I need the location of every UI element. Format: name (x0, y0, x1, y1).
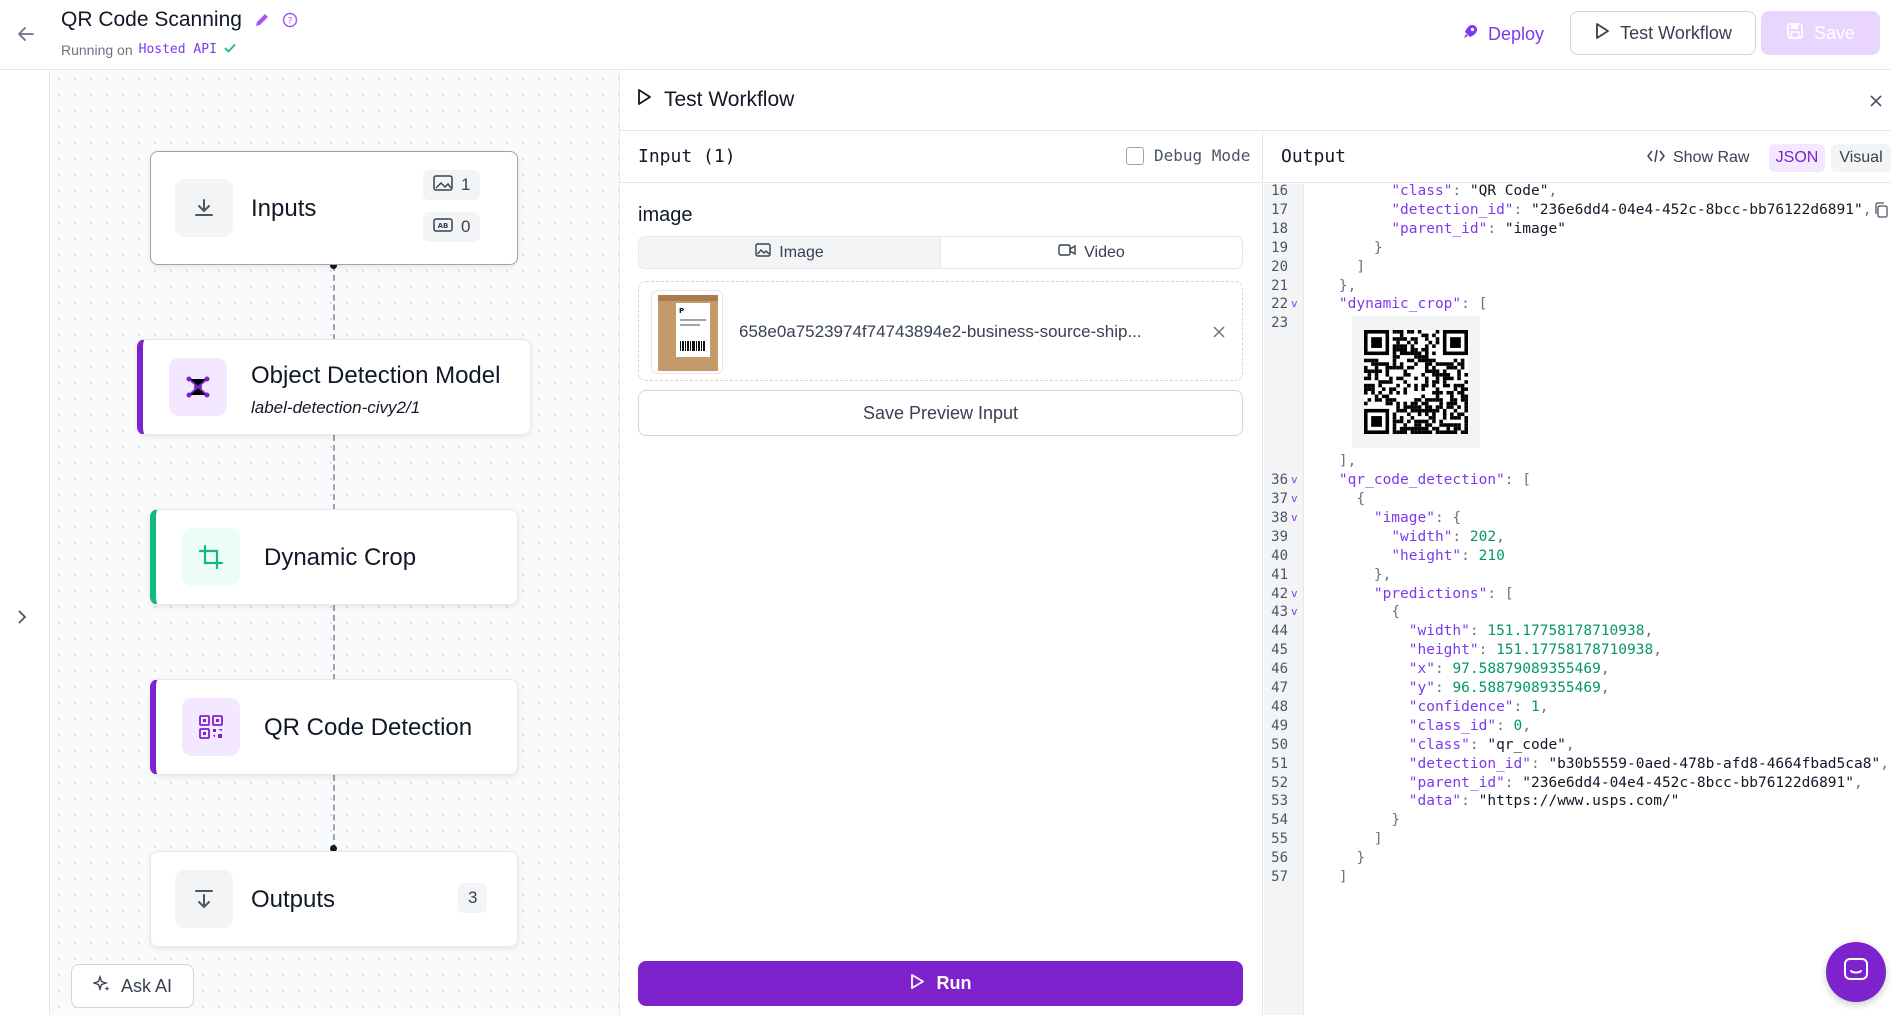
sparkles-icon (91, 974, 111, 998)
run-label: Run (936, 973, 972, 993)
line-text: ] (1338, 869, 1348, 886)
node-outputs-label: Outputs (251, 886, 336, 913)
outputs-count-badge: 3 (458, 883, 488, 913)
text-param-icon: AB (433, 217, 453, 237)
network-nodes-icon (169, 358, 227, 416)
file-thumbnail: P (651, 290, 723, 374)
edit-pencil-icon[interactable] (254, 12, 270, 28)
remove-file-icon[interactable] (1209, 322, 1229, 342)
deploy-button[interactable]: Deploy (1452, 17, 1552, 51)
workflow-title-row: QR Code Scanning ? (61, 8, 298, 32)
input-header: Input (1) Debug Mode (620, 132, 1263, 183)
workflow-title: QR Code Scanning (61, 8, 242, 31)
param-count: 0 (461, 217, 471, 236)
panel-title-row: Test Workflow (636, 88, 794, 112)
close-icon[interactable] (1865, 90, 1887, 112)
svg-text:AB: AB (438, 222, 449, 230)
node-inputs[interactable]: Inputs 1 AB 0 (150, 151, 518, 265)
left-rail (0, 71, 50, 1015)
show-raw-button[interactable]: Show Raw (1647, 145, 1749, 171)
tab-json[interactable]: JSON (1769, 144, 1825, 172)
output-arrow-icon (175, 870, 233, 928)
copy-icon[interactable] (1874, 202, 1888, 222)
node-qr-detection[interactable]: QR Code Detection (150, 679, 518, 775)
input-type-tabs: Image Video (638, 236, 1243, 269)
download-icon (175, 179, 233, 237)
save-button[interactable]: Save (1761, 11, 1880, 55)
floppy-disk-icon (1786, 22, 1804, 45)
tab-image-label: Image (779, 243, 824, 261)
chat-support-button[interactable] (1826, 942, 1886, 1002)
uploaded-file: P 658e0a7523974f74743894e2-business-sour… (638, 281, 1243, 381)
output-title: Output (1281, 146, 1347, 167)
ask-ai-button[interactable]: Ask AI (71, 964, 194, 1008)
image-icon (755, 243, 771, 262)
panel-title: Test Workflow (664, 88, 795, 111)
rocket-icon (1460, 22, 1480, 47)
node-qr-label: QR Code Detection (264, 714, 473, 741)
debug-mode-label: Debug Mode (1154, 146, 1251, 165)
json-output-viewer[interactable]: 16 "class": "QR Code", 17 "detection_id":… (1264, 184, 1891, 1015)
workflow-canvas[interactable]: Inputs 1 AB 0 Object Detection Model lab… (51, 71, 620, 1015)
node-object-detection[interactable]: Object Detection Model label-detection-c… (137, 339, 531, 435)
image-count: 1 (461, 175, 471, 194)
test-workflow-label: Test Workflow (1620, 22, 1732, 43)
svg-text:P: P (679, 307, 684, 315)
top-bar: QR Code Scanning ? Running on Hosted API… (0, 0, 1891, 70)
image-field-label: image (638, 204, 693, 226)
running-prefix: Running on (61, 41, 133, 58)
outputs-count: 3 (468, 888, 478, 907)
tab-video-label: Video (1084, 243, 1125, 261)
line-number: 57 (1271, 869, 1288, 886)
image-icon (433, 174, 453, 196)
file-name: 658e0a7523974f74743894e2-business-source… (739, 322, 1142, 341)
debug-mode-toggle[interactable]: Debug Mode (1126, 146, 1250, 165)
image-count-badge: 1 (423, 170, 481, 200)
chat-bubble-icon (1842, 956, 1870, 989)
check-icon (223, 41, 237, 58)
tab-video[interactable]: Video (941, 237, 1242, 268)
test-workflow-button[interactable]: Test Workflow (1570, 11, 1756, 55)
save-label: Save (1813, 22, 1856, 43)
running-target[interactable]: Hosted API (139, 42, 217, 57)
debug-mode-checkbox[interactable] (1126, 146, 1144, 165)
input-title: Input (1) (638, 146, 736, 167)
output-section: Output Show Raw JSON Visual 16 "class": … (1264, 132, 1891, 1015)
node-detection-label: Object Detection Model (251, 362, 501, 389)
qr-code-image (1364, 330, 1468, 435)
dynamic-crop-preview (1352, 316, 1480, 449)
qr-code-icon (182, 698, 240, 756)
tab-image[interactable]: Image (639, 237, 941, 268)
run-button[interactable]: Run (638, 961, 1243, 1006)
node-dynamic-crop[interactable]: Dynamic Crop (150, 509, 518, 605)
node-inputs-label: Inputs (251, 195, 317, 222)
help-circle-icon[interactable]: ? (282, 12, 298, 28)
back-arrow-icon[interactable] (14, 22, 38, 46)
play-icon (1594, 22, 1610, 45)
save-preview-input-button[interactable]: Save Preview Input (638, 390, 1243, 436)
node-crop-label: Dynamic Crop (264, 544, 417, 571)
running-status: Running on Hosted API (61, 41, 237, 58)
param-count-badge: AB 0 (423, 212, 481, 242)
show-raw-label: Show Raw (1673, 149, 1750, 166)
svg-text:?: ? (288, 17, 293, 27)
crop-icon (182, 528, 240, 586)
ask-ai-label: Ask AI (120, 975, 173, 996)
node-outputs[interactable]: Outputs 3 (150, 851, 518, 947)
json-line: 57 ] (1264, 866, 1891, 889)
play-icon (910, 973, 925, 995)
output-header: Output Show Raw JSON Visual (1264, 132, 1891, 183)
chevron-right-icon[interactable] (12, 605, 32, 629)
node-detection-model: label-detection-civy2/1 (251, 398, 421, 417)
deploy-label: Deploy (1488, 23, 1545, 44)
line-number: 23 (1271, 315, 1288, 332)
video-camera-icon (1058, 243, 1076, 262)
play-icon (636, 88, 652, 112)
test-workflow-panel: Test Workflow Input (1) Debug Mode image… (620, 71, 1891, 1015)
panel-header: Test Workflow (620, 71, 1891, 131)
tab-visual[interactable]: Visual (1831, 144, 1891, 172)
code-brackets-icon (1647, 149, 1665, 168)
input-section: Input (1) Debug Mode image Image Video P… (620, 132, 1263, 1015)
